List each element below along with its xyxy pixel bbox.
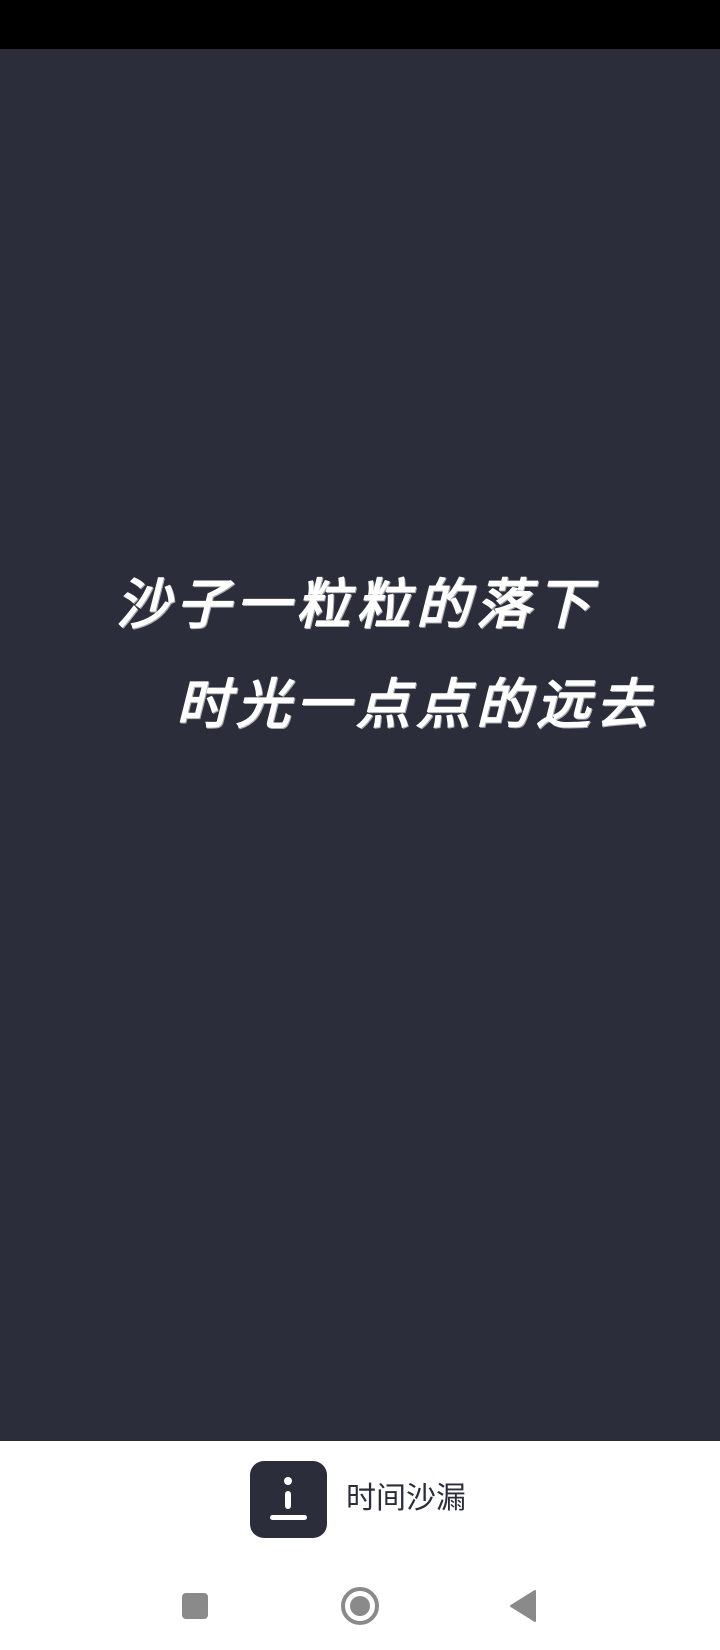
square-icon bbox=[182, 1593, 208, 1619]
back-button[interactable] bbox=[498, 1581, 548, 1631]
circle-icon bbox=[341, 1587, 379, 1625]
poem-line-1: 沙子一粒粒的落下 bbox=[116, 572, 596, 636]
app-name: 时间沙漏 bbox=[346, 1481, 466, 1516]
recents-button[interactable] bbox=[170, 1581, 220, 1631]
status-bar bbox=[0, 0, 720, 49]
brand-bar: 时间沙漏 bbox=[0, 1441, 720, 1561]
home-button[interactable] bbox=[335, 1581, 385, 1631]
navigation-bar bbox=[0, 1561, 720, 1650]
app-logo-icon bbox=[250, 1461, 327, 1538]
triangle-back-icon bbox=[510, 1590, 536, 1622]
poem-line-2: 时光一点点的远去 bbox=[176, 672, 656, 736]
splash-screen: 沙子一粒粒的落下 时光一点点的远去 bbox=[0, 49, 720, 1441]
